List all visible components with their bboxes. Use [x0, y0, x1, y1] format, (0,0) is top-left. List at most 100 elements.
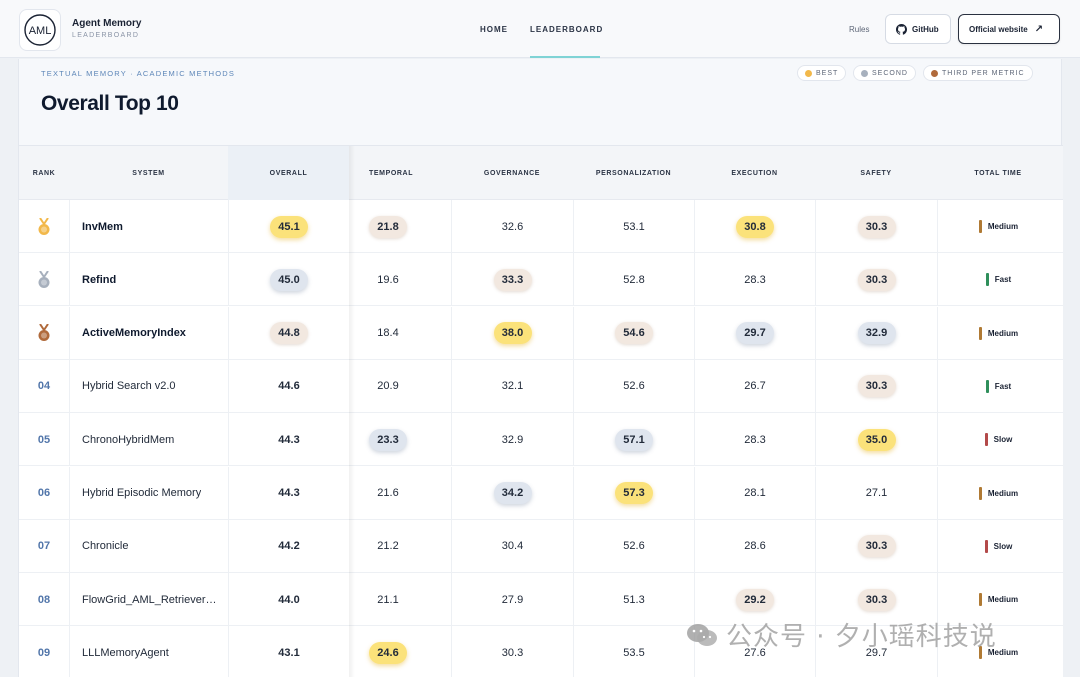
system-name[interactable]: Hybrid Search v2.0 [82, 380, 176, 392]
execution-cell: 28.6 [694, 519, 815, 573]
governance-cell: 32.9 [451, 413, 573, 467]
system-name[interactable]: ChronoHybridMem [82, 434, 174, 446]
personalization-cell: 53.5 [573, 626, 694, 677]
speed-label: Fast [994, 381, 1012, 391]
github-button[interactable]: GitHub [885, 14, 951, 44]
official-website-button[interactable]: Official website ↗ [958, 14, 1060, 44]
header-execution[interactable]: EXECUTION [694, 146, 815, 200]
nav-home[interactable]: HOME [480, 25, 508, 34]
overall-cell: 44.8 [228, 306, 349, 360]
temporal-score: 20.9 [377, 380, 399, 393]
speed-label: Medium [987, 595, 1019, 605]
header-safety[interactable]: SAFETY [815, 146, 937, 200]
header-rank[interactable]: RANK [19, 146, 69, 200]
header-personalization[interactable]: PERSONALIZATION [573, 146, 694, 200]
header-overall[interactable]: OVERALL [228, 146, 349, 200]
legend-best-label: BEST [816, 69, 839, 77]
rank-cell: 08 [19, 573, 69, 626]
speed-badge: Slow [984, 433, 1012, 447]
overall-score: 43.1 [278, 646, 300, 659]
personalization-cell: 51.3 [573, 573, 694, 627]
system-name[interactable]: Chronicle [82, 540, 128, 552]
personalization-cell: 52.6 [573, 519, 694, 573]
execution-score: 29.7 [736, 322, 774, 345]
aml-logo[interactable]: AML [19, 9, 61, 51]
safety-cell: 30.3 [815, 200, 937, 253]
safety-cell: 35.0 [815, 413, 937, 467]
execution-score: 28.3 [744, 273, 766, 286]
personalization-cell: 52.8 [573, 253, 694, 307]
temporal-cell: 21.6 [349, 467, 451, 520]
system-name[interactable]: FlowGrid_AML_Retriever… [82, 594, 216, 606]
system-name[interactable]: LLLMemoryAgent [82, 647, 169, 659]
temporal-cell: 21.8 [349, 200, 451, 253]
header-governance[interactable]: GOVERNANCE [451, 146, 573, 200]
rank-number: 07 [37, 540, 51, 553]
temporal-score: 21.8 [369, 215, 407, 238]
rank-cell [19, 253, 69, 306]
system-name[interactable]: Refind [82, 274, 116, 286]
table-row[interactable]: Refind 45.0 19.6 33.3 52.8 28.3 30.3 Fast [19, 253, 1063, 307]
table-row[interactable]: 05 ChronoHybridMem 44.3 23.3 32.9 57.1 28.3 35.… [19, 413, 1063, 467]
temporal-score: 23.3 [369, 428, 407, 451]
temporal-cell: 21.2 [349, 520, 451, 573]
rank-cell: 06 [19, 467, 69, 520]
rank-cell: 04 [19, 360, 69, 413]
header-total-time[interactable]: TOTAL TIME [937, 146, 1059, 200]
personalization-score: 57.3 [615, 482, 653, 504]
rules-link[interactable]: Rules [849, 25, 869, 34]
governance-score: 33.3 [493, 268, 532, 291]
temporal-score: 19.6 [377, 273, 399, 286]
execution-cell: 28.3 [694, 413, 815, 467]
safety-score: 27.1 [865, 487, 888, 499]
system-name[interactable]: Hybrid Episodic Memory [82, 487, 201, 499]
execution-score: 28.1 [744, 487, 766, 499]
header-system[interactable]: SYSTEM [69, 146, 228, 200]
table-row[interactable]: 06 Hybrid Episodic Memory 44.3 21.6 34.2 57.3… [19, 466, 1063, 520]
legend-best: BEST [797, 65, 847, 81]
governance-cell: 34.2 [451, 466, 573, 520]
speed-label: Medium [987, 488, 1019, 498]
overall-score: 44.3 [278, 433, 300, 446]
governance-score: 27.9 [501, 593, 524, 606]
overall-score: 44.3 [278, 487, 300, 499]
governance-score: 34.2 [493, 482, 532, 504]
governance-cell: 32.6 [451, 200, 573, 253]
legend-second: SECOND [853, 65, 916, 81]
personalization-score: 54.6 [615, 322, 653, 345]
system-cell: InvMem [69, 200, 228, 253]
system-cell: Chronicle [69, 519, 228, 573]
execution-score: 28.6 [744, 540, 766, 553]
speed-badge: Slow [984, 539, 1012, 553]
system-cell: FlowGrid_AML_Retriever… [69, 573, 228, 627]
table-row[interactable]: 04 Hybrid Search v2.0 44.6 20.9 32.1 52.6 26.7… [19, 359, 1063, 413]
temporal-score: 18.4 [377, 327, 399, 340]
temporal-cell: 21.1 [349, 573, 451, 626]
header-temporal[interactable]: TEMPORAL [349, 146, 451, 200]
governance-score: 32.1 [501, 380, 524, 393]
github-label: GitHub [912, 24, 939, 34]
table-row[interactable]: ActiveMemoryIndex 44.8 18.4 38.0 54.6 29.7 32.… [19, 306, 1063, 360]
total-time-cell: Fast [937, 359, 1059, 413]
temporal-cell: 19.6 [349, 253, 451, 306]
official-website-label: Official website [969, 24, 1028, 34]
safety-score: 35.0 [857, 428, 896, 451]
personalization-score: 52.6 [623, 540, 645, 553]
rank-cell [19, 200, 69, 253]
system-name[interactable]: ActiveMemoryIndex [82, 327, 186, 339]
temporal-cell: 20.9 [349, 360, 451, 413]
speed-badge: Medium [978, 593, 1019, 607]
table-row[interactable]: InvMem 45.1 21.8 32.6 53.1 30.8 30.3 Medium [19, 200, 1063, 253]
execution-cell: 28.1 [694, 466, 815, 520]
system-name[interactable]: InvMem [82, 221, 123, 233]
governance-score: 32.9 [501, 433, 524, 446]
rank-cell: 09 [19, 626, 69, 677]
nav-leaderboard[interactable]: LEADERBOARD [530, 25, 603, 34]
total-time-cell: Medium [937, 466, 1059, 520]
table-row[interactable]: 07 Chronicle 44.2 21.2 30.4 52.6 28.6 30.3 Slow [19, 519, 1063, 573]
svg-text:AML: AML [29, 25, 52, 37]
page-title: Overall Top 10 [41, 92, 179, 115]
external-link-icon: ↗ [1034, 23, 1044, 35]
personalization-cell: 52.6 [573, 359, 694, 413]
brand-title: Agent Memory [72, 18, 142, 29]
